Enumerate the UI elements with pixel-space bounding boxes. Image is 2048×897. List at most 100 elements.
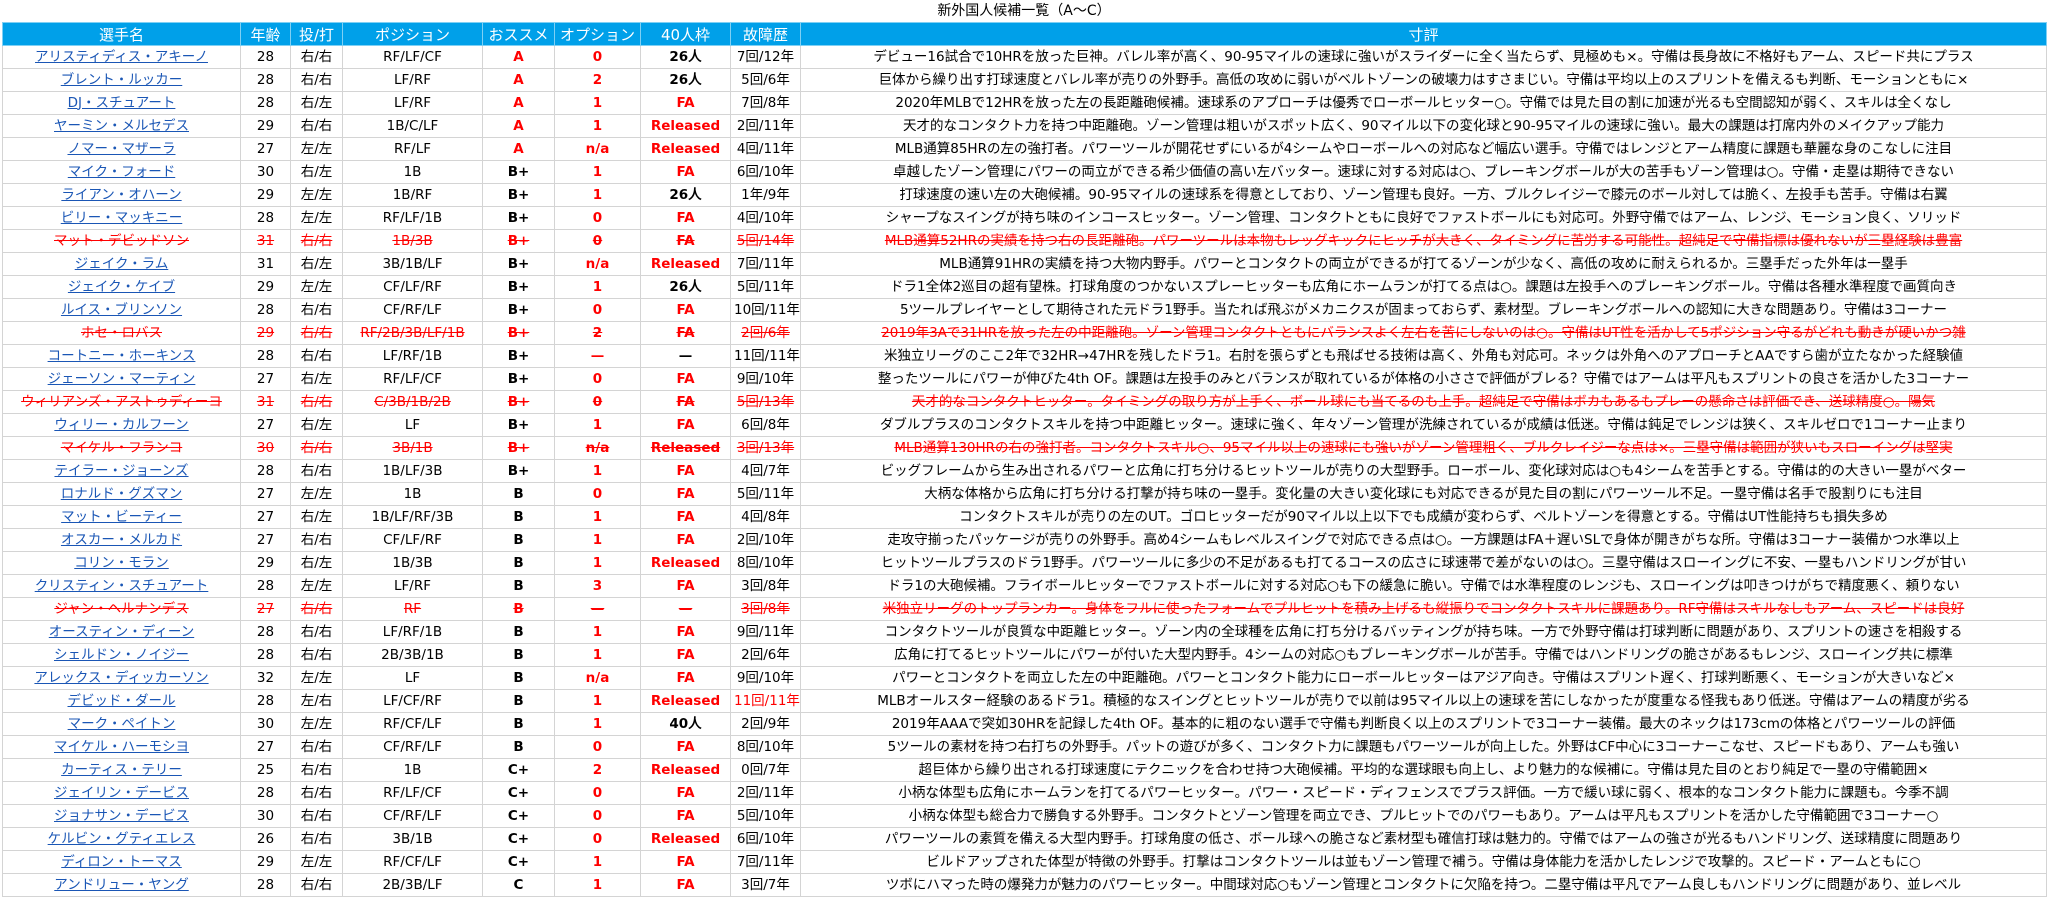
- player-name-link[interactable]: ジェーソン・マーティン: [2, 367, 241, 391]
- player-name-link[interactable]: ジェイク・ラム: [2, 252, 241, 276]
- injury-cell: 4回/10年: [730, 206, 801, 230]
- comment-cell: 2020年MLBで12HRを放った左の長距離砲候補。速球系のアプローチは優秀でロ…: [800, 91, 2047, 115]
- recommend-cell: C+: [482, 781, 555, 805]
- table-row: オースティン・ディーン 28 右/右 LF/RF/1B B 1 FA 9回/11年 コンタクトツ…: [2, 620, 2047, 644]
- injury-cell: 4回/8年: [730, 505, 801, 529]
- header-row: 選手名 年齢 投/打 ポジション おススメ オプション 40人枠 故障歴 寸評: [2, 22, 2047, 46]
- header-option[interactable]: オプション: [554, 22, 641, 46]
- player-name-link[interactable]: マーク・ペイトン: [2, 712, 241, 736]
- age-cell: 27: [240, 528, 291, 552]
- comment-cell: 5ツールプレイヤーとして期待された元ドラ1野手。当たれば飛ぶがメカニクスが固まっ…: [800, 298, 2047, 322]
- injury-cell: 7回/8年: [730, 91, 801, 115]
- header-injury[interactable]: 故障歴: [730, 22, 801, 46]
- player-name-link[interactable]: ケルビン・グティエレス: [2, 827, 241, 851]
- recommend-cell: B: [482, 712, 555, 736]
- roster-cell: Released: [640, 252, 731, 276]
- option-cell: 1: [554, 505, 641, 529]
- comment-cell: ヒットツールプラスのドラ1野手。パワーツールに多少の不足があるも打てるコースの広…: [800, 551, 2047, 575]
- age-cell: 30: [240, 712, 291, 736]
- player-name-link[interactable]: シェルドン・ノイジー: [2, 643, 241, 667]
- injury-cell: 9回/10年: [730, 666, 801, 690]
- comment-cell: MLBオールスター経験のあるドラ1。積極的なスイングとヒットツールが売りで以前は…: [800, 689, 2047, 713]
- player-name-link[interactable]: コリン・モラン: [2, 551, 241, 575]
- bats-throws-cell: 右/右: [290, 735, 343, 759]
- comment-cell: 米独立リーグのここ2年で32HR→47HRを残したドラ1。右肘を張らずとも飛ばせ…: [800, 344, 2047, 368]
- player-name-link[interactable]: ビリー・マッキニー: [2, 206, 241, 230]
- header-age[interactable]: 年齢: [240, 22, 291, 46]
- position-cell: CF/LF/RF: [342, 528, 483, 552]
- comment-cell: ダブルプラスのコンタクトスキルを持つ中距離ヒッター。速球に強く、年々ゾーン管理が…: [800, 413, 2047, 437]
- comment-cell: ドラ1の大砲候補。フライボールヒッターでファストボールに対する対応○も下の緩急に…: [800, 574, 2047, 598]
- player-name-link[interactable]: ホセ・ロバス: [2, 321, 241, 345]
- position-cell: RF/LF/CF: [342, 367, 483, 391]
- player-name-link[interactable]: オースティン・ディーン: [2, 620, 241, 644]
- position-cell: RF/LF: [342, 137, 483, 161]
- player-name-link[interactable]: ウィリアンズ・アストゥディーヨ: [2, 390, 241, 414]
- recommend-cell: A: [482, 45, 555, 69]
- table-row: アンドリュー・ヤング 28 右/右 2B/3B/LF C 1 FA 3回/7年 ツボにハマった時…: [2, 873, 2047, 897]
- table-row: ノマー・マザーラ 27 左/左 RF/LF An/a Released 4回/11年 MLB通…: [2, 137, 2047, 161]
- header-comment[interactable]: 寸評: [800, 22, 2047, 46]
- roster-cell: FA: [640, 482, 731, 506]
- player-name-link[interactable]: カーティス・テリー: [2, 758, 241, 782]
- recommend-cell: B+: [482, 206, 555, 230]
- roster-cell: FA: [640, 459, 731, 483]
- comment-cell: コンタクトツールが良質な中距離ヒッター。ゾーン内の全球種を広角に打ち分けるバッテ…: [800, 620, 2047, 644]
- roster-cell: FA: [640, 229, 731, 253]
- player-name-link[interactable]: アリスティディス・アキーノ: [2, 45, 241, 69]
- header-recommend[interactable]: おススメ: [482, 22, 555, 46]
- bats-throws-cell: 右/右: [290, 873, 343, 897]
- player-name-link[interactable]: ヤーミン・メルセデス: [2, 114, 241, 138]
- injury-cell: 7回/11年: [730, 850, 801, 874]
- recommend-cell: B: [482, 735, 555, 759]
- player-name-link[interactable]: デビッド・ダール: [2, 689, 241, 713]
- roster-cell: FA: [640, 873, 731, 897]
- player-name-link[interactable]: ノマー・マザーラ: [2, 137, 241, 161]
- position-cell: 1B: [342, 160, 483, 184]
- player-name-link[interactable]: ジェイリン・デービス: [2, 781, 241, 805]
- player-name-link[interactable]: アンドリュー・ヤング: [2, 873, 241, 897]
- player-name-link[interactable]: オスカー・メルカド: [2, 528, 241, 552]
- player-name-link[interactable]: マット・ビーティー: [2, 505, 241, 529]
- player-name-link[interactable]: マイケル・ハーモシヨ: [2, 735, 241, 759]
- player-name-link[interactable]: ディロン・トーマス: [2, 850, 241, 874]
- age-cell: 28: [240, 206, 291, 230]
- player-name-link[interactable]: テイラー・ジョーンズ: [2, 459, 241, 483]
- player-name-link[interactable]: ライアン・オハーン: [2, 183, 241, 207]
- age-cell: 30: [240, 436, 291, 460]
- age-cell: 31: [240, 252, 291, 276]
- player-name-link[interactable]: ルイス・ブリンソン: [2, 298, 241, 322]
- option-cell: 1: [554, 114, 641, 138]
- player-name-link[interactable]: コートニー・ホーキンス: [2, 344, 241, 368]
- option-cell: 1: [554, 712, 641, 736]
- player-name-link[interactable]: DJ・スチュアート: [2, 91, 241, 115]
- player-name-link[interactable]: ジャン・ヘルナンデス: [2, 597, 241, 621]
- table-row: ヤーミン・メルセデス 29 右/右 1B/C/LF A 1 Released 2回/11年 天才…: [2, 114, 2047, 138]
- header-position[interactable]: ポジション: [342, 22, 483, 46]
- player-name-link[interactable]: マイケル・フランコ: [2, 436, 241, 460]
- table-row: ディロン・トーマス 29 左/左 RF/CF/LF C+ 1 FA 7回/11年 ビルドアップさ…: [2, 850, 2047, 874]
- bats-throws-cell: 右/右: [290, 229, 343, 253]
- comment-cell: 大柄な体格から広角に打ち分ける打撃が持ち味の一塁手。変化量の大きい変化球にも対応…: [800, 482, 2047, 506]
- table-row: クリスティン・スチュアート 28 左/左 LF/RF B 3 FA 3回/8年 ドラ1の大砲候補…: [2, 574, 2047, 598]
- injury-cell: 2回/6年: [730, 643, 801, 667]
- option-cell: 1: [554, 689, 641, 713]
- player-name-link[interactable]: ジェイク・ケイブ: [2, 275, 241, 299]
- comment-cell: 広角に打てるヒットツールにパワーが付いた大型内野手。4シームの対応○もブレーキン…: [800, 643, 2047, 667]
- player-name-link[interactable]: クリスティン・スチュアート: [2, 574, 241, 598]
- bats-throws-cell: 左/左: [290, 275, 343, 299]
- header-name[interactable]: 選手名: [2, 22, 241, 46]
- player-name-link[interactable]: ウィリー・カルフーン: [2, 413, 241, 437]
- player-name-link[interactable]: マイク・フォード: [2, 160, 241, 184]
- player-name-link[interactable]: マット・デビッドソン: [2, 229, 241, 253]
- player-name-link[interactable]: ブレント・ルッカー: [2, 68, 241, 92]
- player-name-link[interactable]: ジョナサン・デービス: [2, 804, 241, 828]
- position-cell: 1B: [342, 482, 483, 506]
- player-name-link[interactable]: アレックス・ディッカーソン: [2, 666, 241, 690]
- player-name-link[interactable]: ロナルド・グズマン: [2, 482, 241, 506]
- bats-throws-cell: 右/右: [290, 597, 343, 621]
- header-roster[interactable]: 40人枠: [640, 22, 731, 46]
- roster-cell: —: [640, 597, 731, 621]
- header-bats-throws[interactable]: 投/打: [290, 22, 343, 46]
- table-row: ジェーソン・マーティン 27 右/左 RF/LF/CF B+ 0 FA 9回/10年 整ったツー…: [2, 367, 2047, 391]
